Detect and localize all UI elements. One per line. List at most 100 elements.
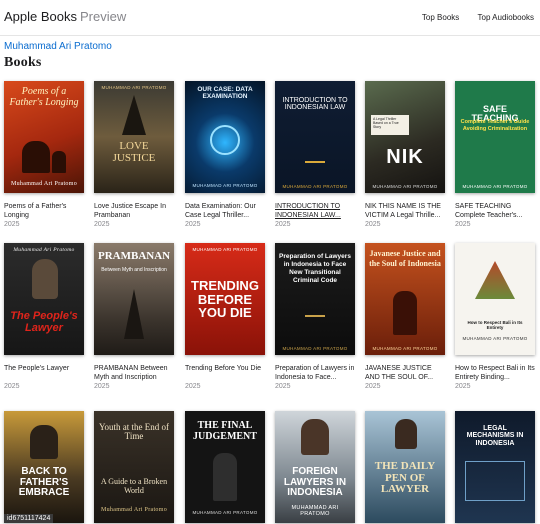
book-year: 2025	[94, 383, 110, 390]
book-card[interactable]: Muhammad Ari Pratomo The People's Lawyer…	[4, 243, 84, 390]
cover-title: INTRODUCTION TO INDONESIAN LAW	[282, 97, 348, 112]
book-card[interactable]: THE DAILY PEN OF LAWYER	[365, 411, 445, 523]
book-cover[interactable]: Javanese Justice and the Soul of Indones…	[365, 243, 445, 355]
cover-author: MUHAMMAD ARI PRATOMO	[192, 183, 258, 188]
book-title[interactable]: Data Examination: Our Case Legal Thrille…	[185, 202, 265, 220]
author-link[interactable]: Muhammad Ari Pratomo	[4, 41, 112, 52]
book-cover[interactable]: OUR CASE: DATA EXAMINATION MUHAMMAD ARI …	[185, 81, 265, 193]
book-year: 2025	[275, 383, 291, 390]
book-year: 2025	[455, 221, 471, 228]
book-card[interactable]: How to Respect Bali in Its Entirety MUHA…	[455, 243, 535, 390]
book-year: 2025	[4, 383, 20, 390]
cover-author: MUHAMMAD ARI PRATOMO	[282, 346, 348, 351]
book-year: 2025	[365, 221, 381, 228]
top-nav: Top Books Top Audiobooks	[406, 13, 534, 22]
book-cover[interactable]: Poems of a Father's Longing Muhammad Ari…	[4, 81, 84, 193]
book-cover[interactable]: Youth at the End of Time A Guide to a Br…	[94, 411, 174, 523]
book-cover[interactable]: Muhammad Ari Pratomo The People's Lawyer	[4, 243, 84, 355]
book-cover[interactable]: BACK TO FATHER'S EMBRACE id6751117424	[4, 411, 84, 523]
book-title[interactable]: NIK THIS NAME IS THE VICTIM A Legal Thri…	[365, 202, 445, 220]
cover-author: MUHAMMAD ARI PRATOMO	[192, 510, 258, 515]
book-year: 2025	[185, 383, 201, 390]
cover-title: OUR CASE: DATA EXAMINATION	[197, 86, 253, 100]
brand-logo[interactable]: Apple Books Preview	[4, 9, 126, 24]
cover-author: MUHAMMAD ARI PRATOMO	[192, 247, 258, 252]
book-title[interactable]: PRAMBANAN Between Myth and Inscription	[94, 364, 174, 382]
book-title[interactable]: INTRODUCTION TO INDONESIAN LAW...	[275, 202, 355, 220]
cover-title: NIK	[386, 146, 424, 168]
book-year: 2025	[275, 221, 291, 228]
book-year: 2025	[4, 221, 20, 228]
cover-title: LEGAL MECHANISMS IN INDONESIA	[466, 425, 524, 447]
cover-author: Muhammad Ari Pratomo	[13, 247, 75, 253]
cover-author: MUHAMMAD ARI PRATOMO	[101, 85, 167, 90]
book-card[interactable]: LEGAL MECHANISMS IN INDONESIA	[455, 411, 535, 523]
book-cover[interactable]: LEGAL MECHANISMS IN INDONESIA	[455, 411, 535, 523]
cover-author: MUHAMMAD ARI PRATOMO	[462, 336, 528, 341]
book-card[interactable]: PRAMBANAN Between Myth and Inscription P…	[94, 243, 174, 390]
cover-author: MUHAMMAD ARI PRATOMO	[462, 184, 528, 189]
nav-top-books[interactable]: Top Books	[422, 13, 459, 22]
book-cover[interactable]: Preparation of Lawyers in Indonesia to F…	[275, 243, 355, 355]
cover-title: PRAMBANAN	[98, 250, 171, 262]
book-card[interactable]: Youth at the End of Time A Guide to a Br…	[94, 411, 174, 523]
book-title[interactable]: Love Justice Escape In Prambanan	[94, 202, 174, 220]
book-card[interactable]: OUR CASE: DATA EXAMINATION MUHAMMAD ARI …	[185, 81, 265, 228]
brand-name: Apple Books	[4, 9, 77, 24]
book-card[interactable]: SAFE TEACHING Complete Teacher's Guide A…	[455, 81, 535, 228]
book-title[interactable]: JAVANESE JUSTICE AND THE SOUL OF...	[365, 364, 445, 382]
book-cover[interactable]: THE FINAL JUDGEMENT MUHAMMAD ARI PRATOMO	[185, 411, 265, 523]
book-card[interactable]: MUHAMMAD ARI PRATOMO LOVE JUSTICE Love J…	[94, 81, 174, 228]
top-bar: Apple Books Preview Top Books Top Audiobo…	[0, 0, 540, 36]
book-card[interactable]: THE FINAL JUDGEMENT MUHAMMAD ARI PRATOMO	[185, 411, 265, 523]
nav-top-audiobooks[interactable]: Top Audiobooks	[478, 13, 535, 22]
book-title[interactable]: How to Respect Bali in Its Entirety Bind…	[455, 364, 535, 382]
section-title: Books	[4, 55, 42, 70]
book-cover[interactable]: How to Respect Bali in Its Entirety MUHA…	[455, 243, 535, 355]
book-cover[interactable]: A Legal Thriller Based on a True Story N…	[365, 81, 445, 193]
book-card[interactable]: Javanese Justice and the Soul of Indones…	[365, 243, 445, 390]
book-year: 2025	[455, 383, 471, 390]
book-title[interactable]: The People's Lawyer	[4, 364, 84, 382]
cover-subtitle: Between Myth and Inscription	[101, 267, 167, 273]
cover-author: MUHAMMAD ARI PRATOMO	[291, 505, 339, 517]
cover-author: MUHAMMAD ARI PRATOMO	[372, 184, 438, 189]
cover-author: MUHAMMAD ARI PRATOMO	[282, 184, 348, 189]
book-card[interactable]: INTRODUCTION TO INDONESIAN LAW MUHAMMAD …	[275, 81, 355, 228]
book-year: 2025	[94, 221, 110, 228]
cover-title: Javanese Justice and the Soul of Indones…	[369, 249, 441, 268]
book-cover[interactable]: MUHAMMAD ARI PRATOMO TRENDING BEFORE YOU…	[185, 243, 265, 355]
book-cover[interactable]: MUHAMMAD ARI PRATOMO LOVE JUSTICE	[94, 81, 174, 193]
book-card[interactable]: FOREIGN LAWYERS IN INDONESIA MUHAMMAD AR…	[275, 411, 355, 523]
scales-icon	[305, 315, 325, 331]
book-card[interactable]: A Legal Thriller Based on a True Story N…	[365, 81, 445, 228]
cover-subtitle: A Guide to a Broken World	[100, 477, 168, 495]
cover-title: TRENDING BEFORE YOU DIE	[191, 278, 259, 321]
cover-title: BACK TO FATHER'S EMBRACE	[18, 466, 70, 498]
book-cover[interactable]: PRAMBANAN Between Myth and Inscription	[94, 243, 174, 355]
book-card[interactable]: MUHAMMAD ARI PRATOMO TRENDING BEFORE YOU…	[185, 243, 265, 390]
cover-author: MUHAMMAD ARI PRATOMO	[372, 346, 438, 351]
cover-title: Preparation of Lawyers in Indonesia to F…	[279, 253, 351, 285]
cover-author: Muhammad Ari Pratomo	[11, 181, 77, 187]
cover-author: Muhammad Ari Pratomo	[101, 507, 167, 513]
book-cover[interactable]: INTRODUCTION TO INDONESIAN LAW MUHAMMAD …	[275, 81, 355, 193]
book-card[interactable]: BACK TO FATHER'S EMBRACE id6751117424	[4, 411, 84, 523]
book-year: 2025	[185, 221, 201, 228]
cover-title: LOVE JUSTICE	[112, 140, 156, 164]
book-title[interactable]: Trending Before You Die	[185, 364, 265, 382]
book-cover[interactable]: THE DAILY PEN OF LAWYER	[365, 411, 445, 523]
scales-icon	[305, 161, 325, 175]
cover-title: FOREIGN LAWYERS IN INDONESIA	[283, 466, 347, 498]
book-cover[interactable]: FOREIGN LAWYERS IN INDONESIA MUHAMMAD AR…	[275, 411, 355, 523]
cover-title: How to Respect Bali in Its Entirety	[467, 320, 523, 330]
cover-title: The People's Lawyer	[10, 310, 78, 334]
book-card[interactable]: Preparation of Lawyers in Indonesia to F…	[275, 243, 355, 390]
book-card[interactable]: Poems of a Father's Longing Muhammad Ari…	[4, 81, 84, 228]
book-title[interactable]: Preparation of Lawyers in Indonesia to F…	[275, 364, 355, 382]
cover-title: Poems of a Father's Longing	[9, 86, 79, 108]
book-title[interactable]: SAFE TEACHING Complete Teacher's...	[455, 202, 535, 220]
cover-title: THE FINAL JUDGEMENT	[193, 420, 257, 442]
book-title[interactable]: Poems of a Father's Longing	[4, 202, 84, 220]
book-cover[interactable]: SAFE TEACHING Complete Teacher's Guide A…	[455, 81, 535, 193]
